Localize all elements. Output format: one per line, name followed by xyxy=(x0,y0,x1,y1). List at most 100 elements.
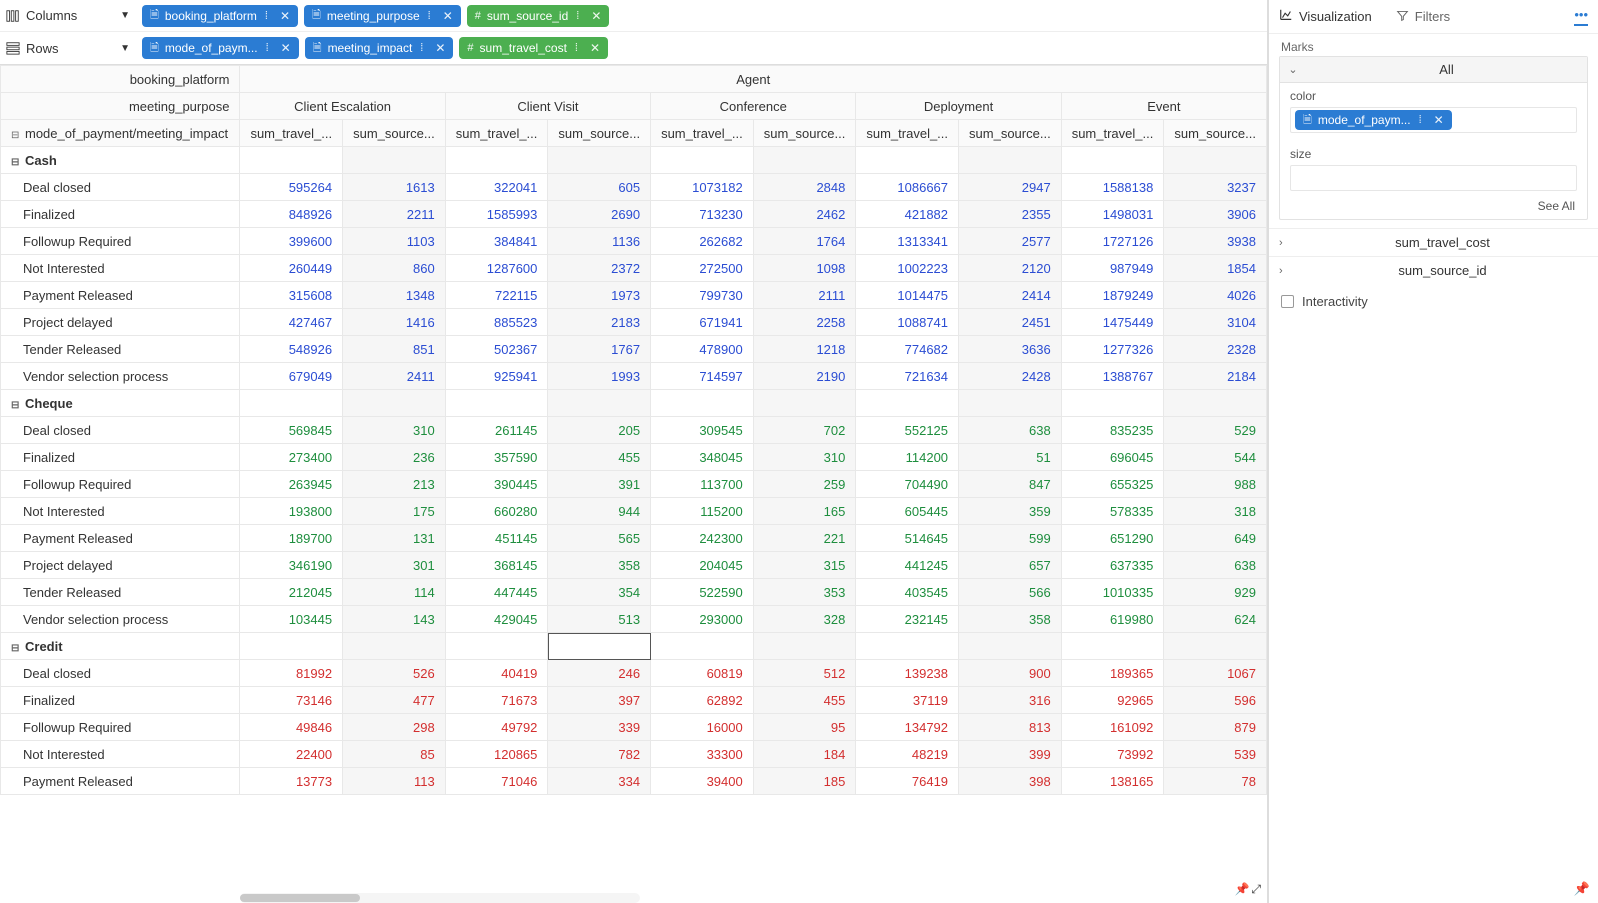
data-cell[interactable]: 1014475 xyxy=(856,282,959,309)
data-cell[interactable]: 263945 xyxy=(240,471,343,498)
data-cell[interactable]: 368145 xyxy=(445,552,548,579)
data-cell[interactable]: 221 xyxy=(753,525,856,552)
close-icon[interactable]: ✕ xyxy=(587,9,605,23)
data-cell[interactable]: 165 xyxy=(753,498,856,525)
header-purpose[interactable]: Client Escalation xyxy=(240,93,445,120)
data-cell[interactable]: 512 xyxy=(753,660,856,687)
close-icon[interactable]: ✕ xyxy=(277,41,295,55)
pin-icon[interactable]: 📌 xyxy=(1234,882,1249,897)
row-label[interactable]: Tender Released xyxy=(1,579,240,606)
data-cell[interactable]: 1287600 xyxy=(445,255,548,282)
row-label[interactable]: Finalized xyxy=(1,444,240,471)
data-cell[interactable]: 1348 xyxy=(343,282,446,309)
header-measure[interactable]: sum_travel_... xyxy=(856,120,959,147)
close-icon[interactable]: ✕ xyxy=(276,9,294,23)
data-cell[interactable]: 358 xyxy=(959,606,1062,633)
see-all-link[interactable]: See All xyxy=(1280,199,1587,219)
data-cell[interactable]: 213 xyxy=(343,471,446,498)
data-cell[interactable]: 71046 xyxy=(445,768,548,795)
data-cell[interactable]: 1103 xyxy=(343,228,446,255)
data-cell[interactable]: 638 xyxy=(959,417,1062,444)
data-cell[interactable]: 2428 xyxy=(959,363,1062,390)
data-cell[interactable]: 529 xyxy=(1164,417,1267,444)
row-label[interactable]: Not Interested xyxy=(1,255,240,282)
close-icon[interactable]: ✕ xyxy=(586,41,604,55)
size-dropzone[interactable] xyxy=(1290,165,1577,191)
data-cell[interactable]: 987949 xyxy=(1061,255,1164,282)
data-cell[interactable]: 37119 xyxy=(856,687,959,714)
data-cell[interactable]: 262682 xyxy=(651,228,754,255)
header-measure[interactable]: sum_source... xyxy=(753,120,856,147)
field-pill[interactable]: 🗎meeting_purpose⁞✕ xyxy=(304,5,461,27)
data-cell[interactable]: 205 xyxy=(548,417,651,444)
color-dropzone[interactable]: 🗎 mode_of_paym... ⁞ ✕ xyxy=(1290,107,1577,133)
data-cell[interactable]: 339 xyxy=(548,714,651,741)
row-label[interactable]: Project delayed xyxy=(1,552,240,579)
row-label[interactable]: Finalized xyxy=(1,687,240,714)
data-cell[interactable]: 114200 xyxy=(856,444,959,471)
data-cell[interactable]: 348045 xyxy=(651,444,754,471)
data-cell[interactable]: 273400 xyxy=(240,444,343,471)
data-cell[interactable]: 624 xyxy=(1164,606,1267,633)
data-cell[interactable]: 131 xyxy=(343,525,446,552)
data-cell[interactable]: 78 xyxy=(1164,768,1267,795)
data-cell[interactable]: 113700 xyxy=(651,471,754,498)
tab-visualization[interactable]: Visualization xyxy=(1279,8,1372,25)
data-cell[interactable]: 696045 xyxy=(1061,444,1164,471)
data-cell[interactable]: 944 xyxy=(548,498,651,525)
data-cell[interactable]: 2328 xyxy=(1164,336,1267,363)
row-label[interactable]: Project delayed xyxy=(1,309,240,336)
data-cell[interactable]: 2184 xyxy=(1164,363,1267,390)
data-cell[interactable]: 522590 xyxy=(651,579,754,606)
data-cell[interactable]: 175 xyxy=(343,498,446,525)
data-cell[interactable]: 1416 xyxy=(343,309,446,336)
data-cell[interactable]: 309545 xyxy=(651,417,754,444)
data-cell[interactable]: 774682 xyxy=(856,336,959,363)
data-cell[interactable]: 60819 xyxy=(651,660,754,687)
data-cell[interactable]: 596 xyxy=(1164,687,1267,714)
chevron-down-icon[interactable]: ▼ xyxy=(120,10,130,21)
data-cell[interactable]: 354 xyxy=(548,579,651,606)
data-cell[interactable]: 929 xyxy=(1164,579,1267,606)
data-cell[interactable]: 298 xyxy=(343,714,446,741)
data-cell[interactable]: 138165 xyxy=(1061,768,1164,795)
data-cell[interactable]: 526 xyxy=(343,660,446,687)
data-cell[interactable]: 799730 xyxy=(651,282,754,309)
data-cell[interactable]: 714597 xyxy=(651,363,754,390)
expand-icon[interactable]: ⤢ xyxy=(1251,882,1261,897)
row-label[interactable]: Not Interested xyxy=(1,741,240,768)
data-cell[interactable]: 114 xyxy=(343,579,446,606)
data-cell[interactable]: 1277326 xyxy=(1061,336,1164,363)
data-cell[interactable]: 2411 xyxy=(343,363,446,390)
data-cell[interactable]: 16000 xyxy=(651,714,754,741)
data-cell[interactable]: 451145 xyxy=(445,525,548,552)
data-cell[interactable]: 569845 xyxy=(240,417,343,444)
data-cell[interactable]: 316 xyxy=(959,687,1062,714)
data-cell[interactable]: 33300 xyxy=(651,741,754,768)
field-pill[interactable]: 🗎booking_platform⁞✕ xyxy=(142,5,298,27)
data-cell[interactable]: 2120 xyxy=(959,255,1062,282)
data-cell[interactable]: 3237 xyxy=(1164,174,1267,201)
row-label[interactable]: Followup Required xyxy=(1,228,240,255)
data-cell[interactable]: 92965 xyxy=(1061,687,1164,714)
row-label[interactable]: Deal closed xyxy=(1,660,240,687)
header-measure[interactable]: sum_source... xyxy=(548,120,651,147)
data-cell[interactable]: 390445 xyxy=(445,471,548,498)
data-cell[interactable]: 638 xyxy=(1164,552,1267,579)
data-cell[interactable]: 2111 xyxy=(753,282,856,309)
data-cell[interactable]: 2690 xyxy=(548,201,651,228)
data-cell[interactable]: 847 xyxy=(959,471,1062,498)
data-cell[interactable]: 2190 xyxy=(753,363,856,390)
data-cell[interactable]: 134792 xyxy=(856,714,959,741)
data-cell[interactable]: 1313341 xyxy=(856,228,959,255)
data-cell[interactable]: 441245 xyxy=(856,552,959,579)
field-pill[interactable]: 🗎mode_of_paym...⁞✕ xyxy=(142,37,299,59)
row-label[interactable]: Deal closed xyxy=(1,417,240,444)
chevron-right-icon[interactable]: › xyxy=(1279,237,1297,249)
pivot-grid-wrap[interactable]: booking_platformAgentmeeting_purposeClie… xyxy=(0,65,1267,903)
data-cell[interactable]: 1973 xyxy=(548,282,651,309)
data-cell[interactable]: 236 xyxy=(343,444,446,471)
data-cell[interactable]: 649 xyxy=(1164,525,1267,552)
data-cell[interactable]: 358 xyxy=(548,552,651,579)
data-cell[interactable]: 310 xyxy=(343,417,446,444)
